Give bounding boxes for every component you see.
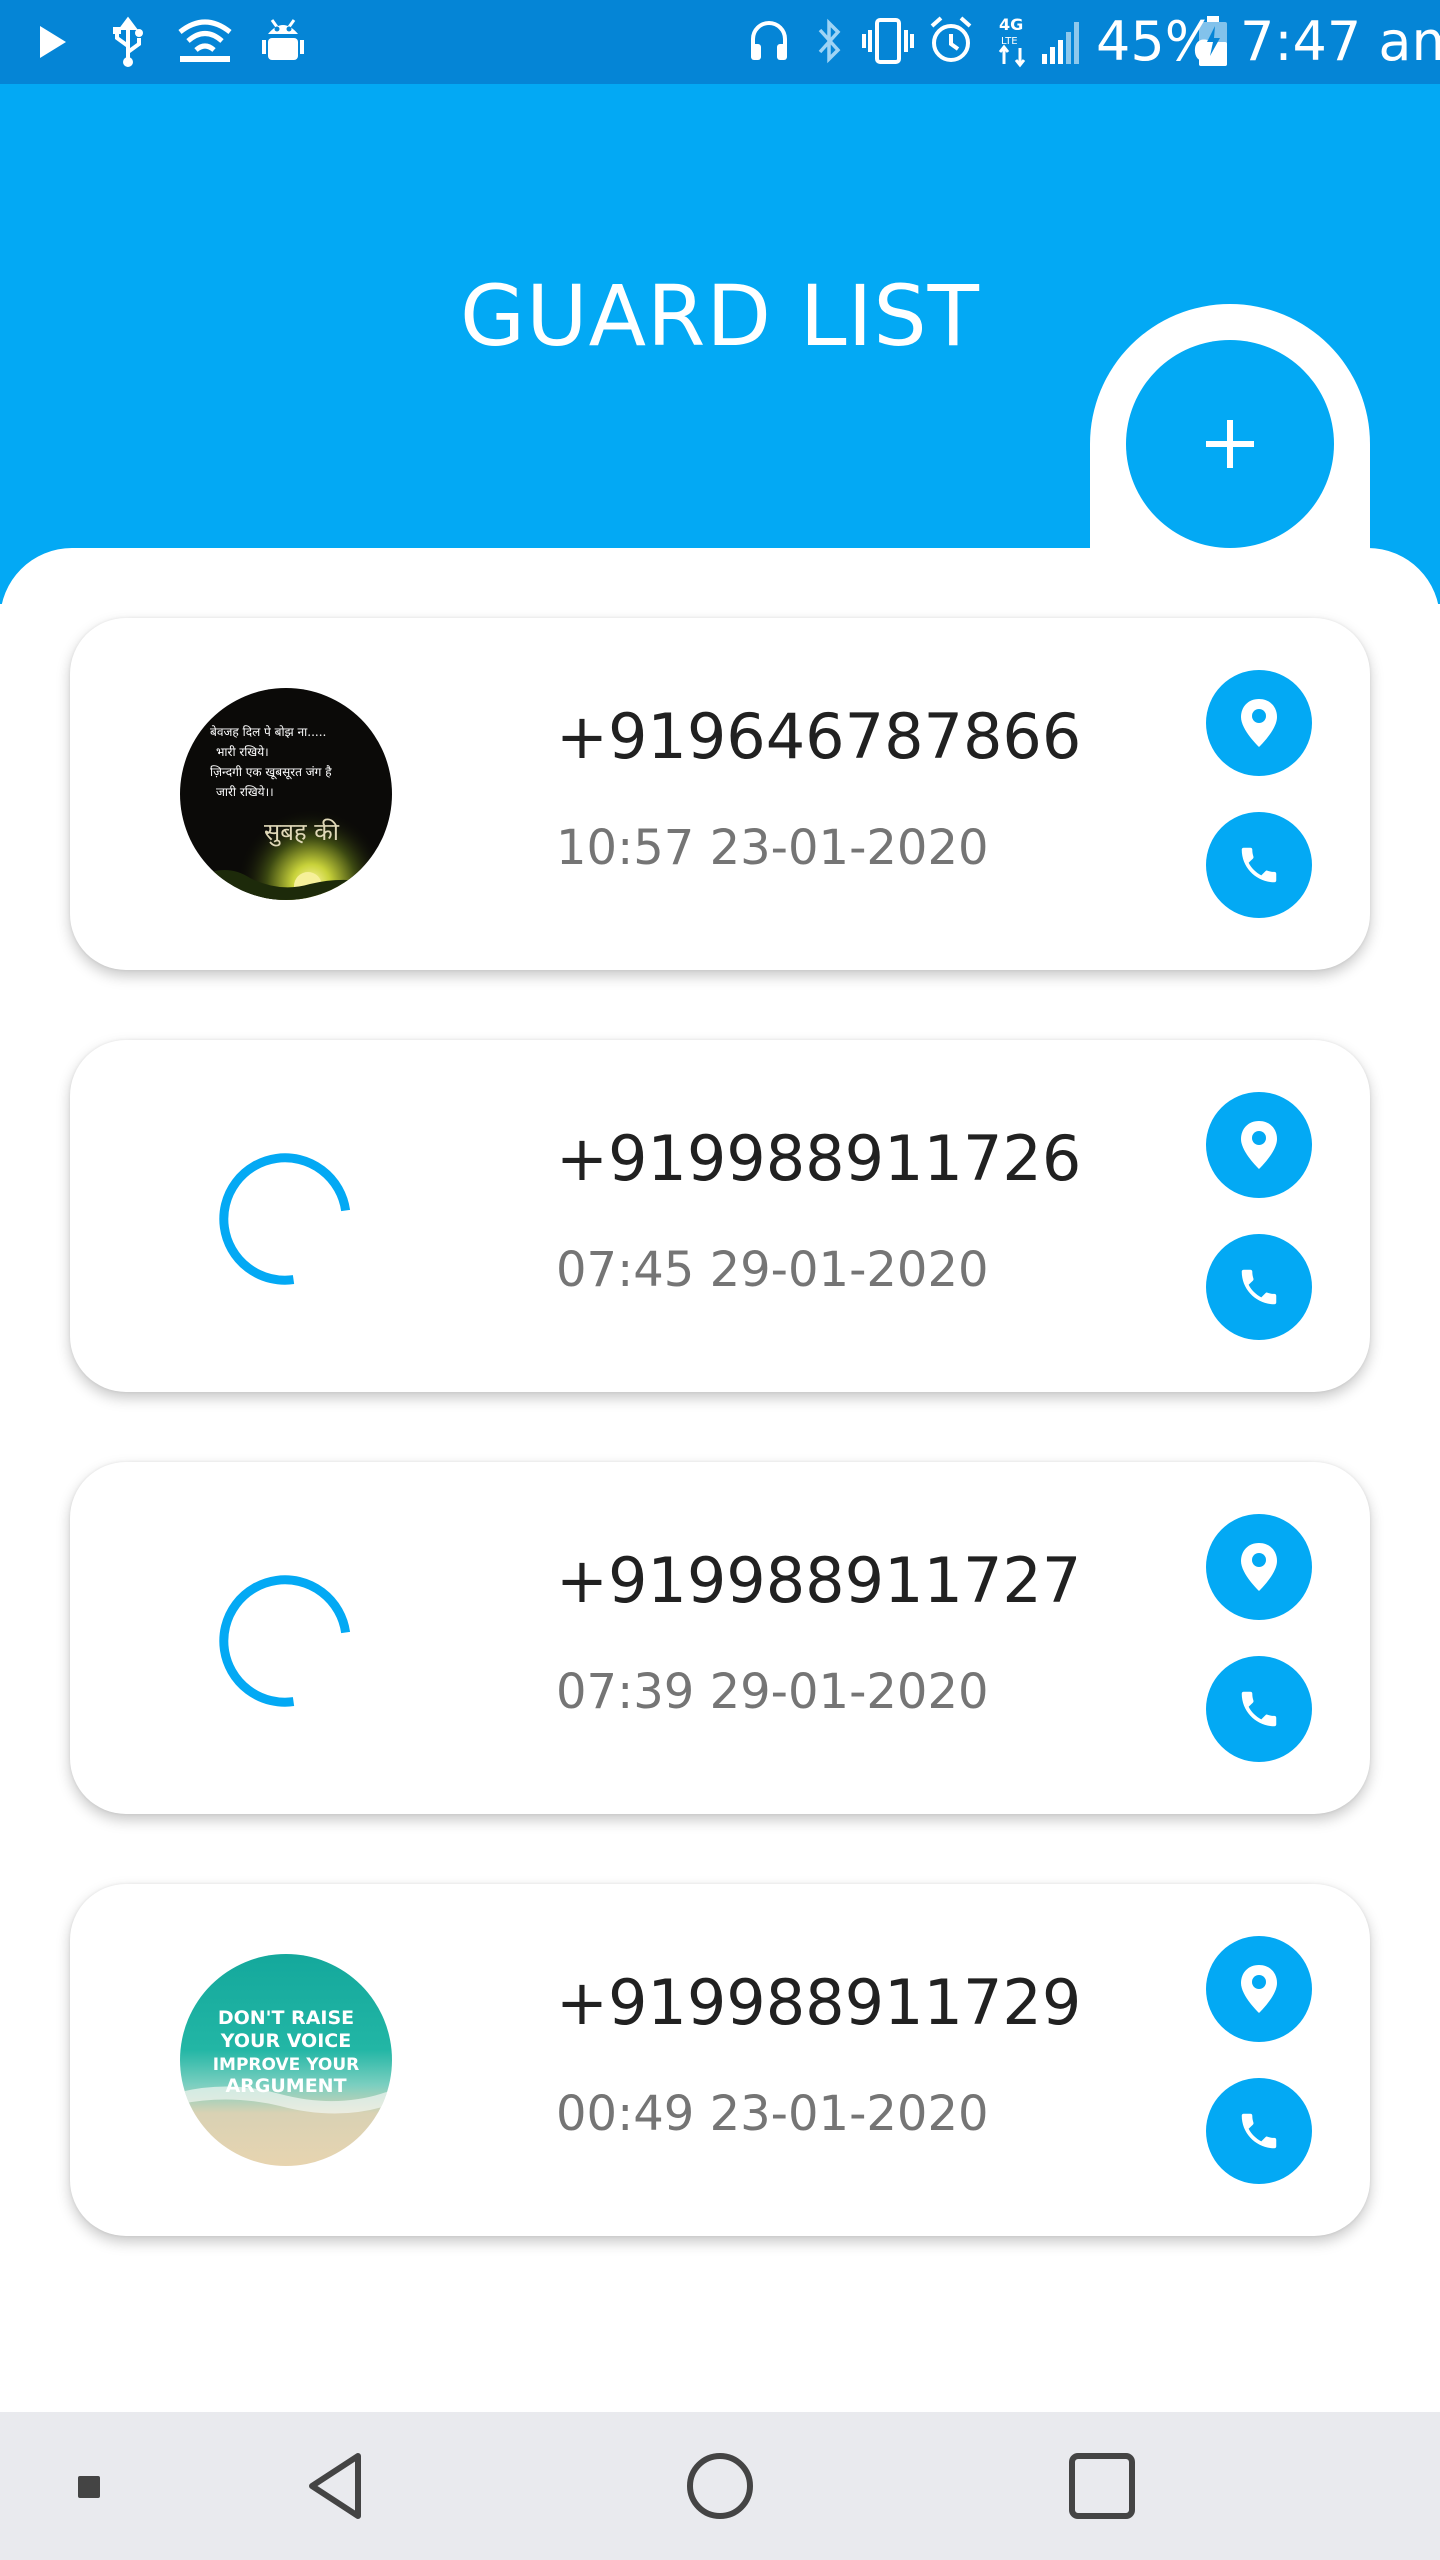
loading-spinner (219, 1153, 351, 1285)
guard-phone: +919988911727 (556, 1544, 1082, 1617)
signal-icon (1042, 22, 1079, 64)
guard-avatar: बेवजह दिल पे बोझ ना..... भारी रखिये। ज़ि… (180, 688, 392, 900)
clock: 7:47 am (1240, 10, 1440, 73)
plus-icon (1206, 420, 1254, 468)
bluetooth-icon (818, 18, 841, 64)
avatar-line-3: ज़िन्दगी एक खूबसूरत जंग है (210, 765, 332, 780)
avatar-line-5: सुबह की (264, 818, 340, 847)
guard-phone: +919646787866 (556, 700, 1082, 773)
status-bar: 4G LTE 45% 7:47 am (0, 0, 1440, 84)
headset-icon (751, 21, 787, 60)
avatar-line-2: भारी रखिये। (216, 745, 269, 759)
guard-last-seen: 07:45 29-01-2020 (556, 1242, 989, 1298)
guard-card[interactable]: +919988911726 07:45 29-01-2020 (70, 1040, 1370, 1392)
guard-last-seen: 00:49 23-01-2020 (556, 2086, 989, 2142)
location-pin-icon (1241, 1121, 1277, 1169)
call-button[interactable] (1206, 2078, 1312, 2184)
avatar-quote-line-4: ARGUMENT (225, 2075, 346, 2097)
guard-phone: +919988911729 (556, 1966, 1082, 2039)
guard-phone: +919988911726 (556, 1122, 1082, 1195)
location-button[interactable] (1206, 1936, 1312, 2042)
avatar-line-4: जारी रखिये।। (216, 785, 274, 799)
avatar-quote-line-1: DON'T RAISE (218, 2007, 354, 2029)
location-button[interactable] (1206, 670, 1312, 776)
call-button[interactable] (1206, 812, 1312, 918)
guard-last-seen: 10:57 23-01-2020 (556, 820, 989, 876)
location-pin-icon (1241, 1543, 1277, 1591)
guard-avatar: DON'T RAISE YOUR VOICE IMPROVE YOUR ARGU… (180, 1954, 392, 2166)
guard-card[interactable]: DON'T RAISE YOUR VOICE IMPROVE YOUR ARGU… (70, 1884, 1370, 2236)
back-icon (309, 2453, 361, 2519)
location-pin-icon (1241, 699, 1277, 747)
avatar-quote-line-2: YOUR VOICE (220, 2030, 351, 2052)
guard-card[interactable]: बेवजह दिल पे बोझ ना..... भारी रखिये। ज़ि… (70, 618, 1370, 970)
home-icon (687, 2453, 753, 2519)
recents-dot-icon[interactable] (78, 2476, 100, 2498)
usb-icon (113, 16, 143, 67)
call-button[interactable] (1206, 1234, 1312, 1340)
navigation-bar (0, 2412, 1440, 2560)
guard-last-seen: 07:39 29-01-2020 (556, 1664, 989, 1720)
add-guard-button[interactable] (1126, 340, 1334, 548)
call-button[interactable] (1206, 1656, 1312, 1762)
wifi-icon (178, 19, 232, 62)
back-button[interactable] (300, 2448, 380, 2524)
avatar-line-1: बेवजह दिल पे बोझ ना..... (210, 725, 326, 739)
battery-charging-icon (1199, 16, 1227, 66)
play-icon (40, 26, 66, 58)
loading-spinner (219, 1575, 351, 1707)
overview-button[interactable] (1068, 2452, 1136, 2520)
home-button[interactable] (684, 2450, 756, 2522)
location-button[interactable] (1206, 1092, 1312, 1198)
avatar-quote-line-3: IMPROVE YOUR (213, 2055, 360, 2075)
phone-icon (1241, 1269, 1277, 1305)
phone-icon (1241, 2113, 1277, 2149)
vibrate-icon (862, 18, 914, 64)
phone-icon (1241, 847, 1277, 883)
svg-text:4G: 4G (999, 15, 1023, 34)
phone-icon (1241, 1691, 1277, 1727)
location-button[interactable] (1206, 1514, 1312, 1620)
android-debug-icon (262, 19, 304, 60)
guard-card[interactable]: +919988911727 07:39 29-01-2020 (70, 1462, 1370, 1814)
4g-lte-icon: 4GLTE (998, 15, 1026, 68)
alarm-icon (930, 16, 972, 62)
overview-icon (1069, 2453, 1135, 2519)
location-pin-icon (1241, 1965, 1277, 2013)
